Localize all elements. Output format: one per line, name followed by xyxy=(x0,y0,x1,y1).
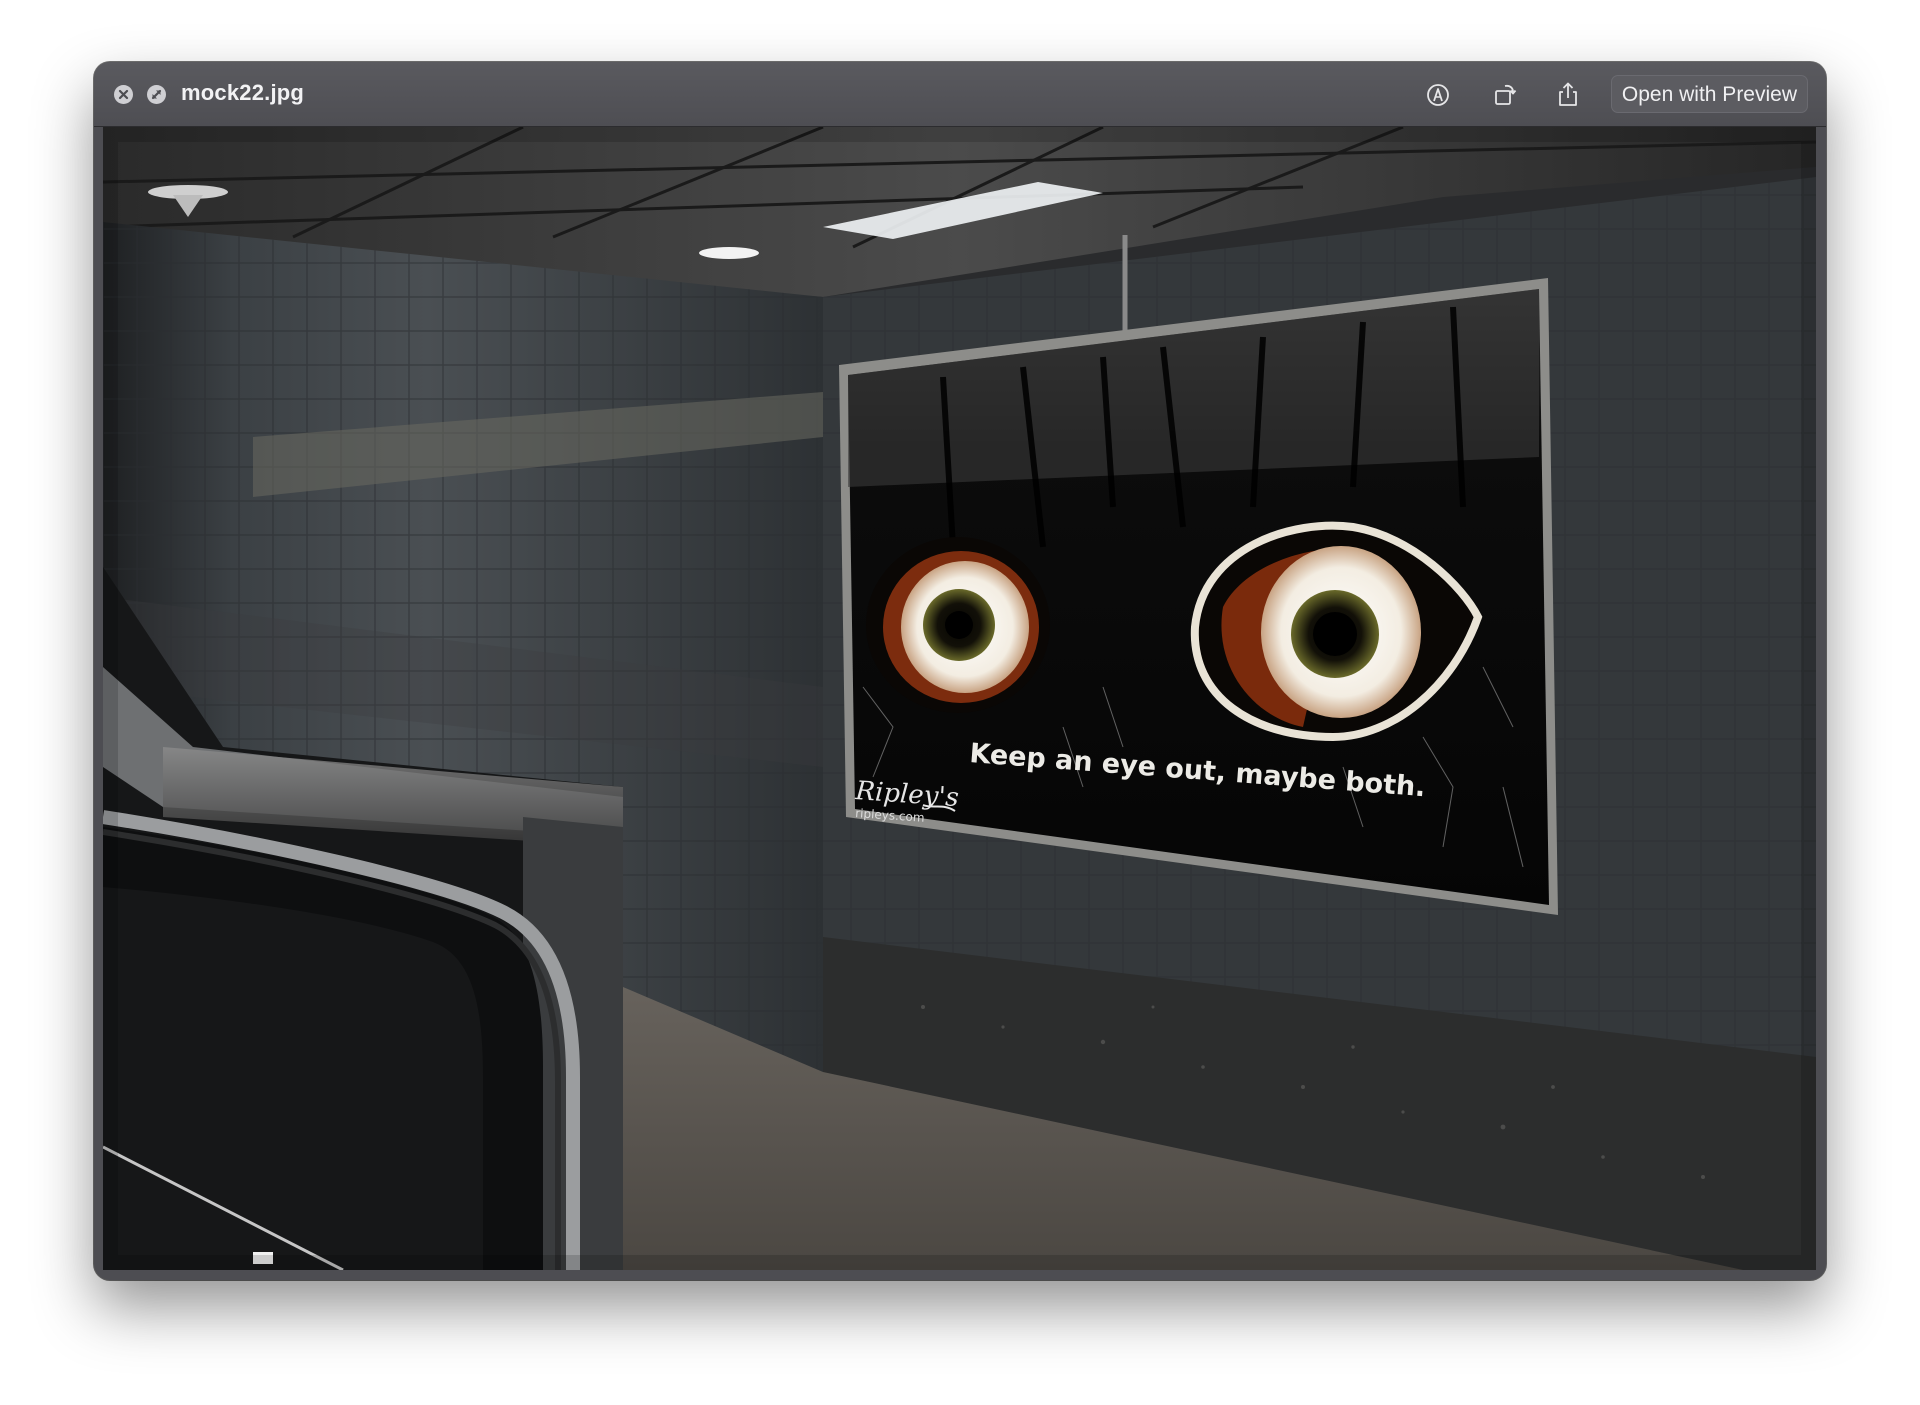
quicklook-window: mock22.jpg Open with Preview Keep an eye… xyxy=(94,62,1826,1280)
share-icon[interactable] xyxy=(1551,78,1585,112)
subway-billboard-photo: Keep an eye out, maybe both. Ripley's ri… xyxy=(103,127,1816,1270)
fullscreen-icon[interactable] xyxy=(147,85,166,104)
image-preview: Keep an eye out, maybe both. Ripley's ri… xyxy=(103,127,1816,1270)
title-bar: mock22.jpg Open with Preview xyxy=(94,62,1826,127)
window-title: mock22.jpg xyxy=(181,80,305,105)
rotate-icon[interactable] xyxy=(1487,78,1521,112)
billboard: Keep an eye out, maybe both. Ripley's ri… xyxy=(839,278,1558,915)
close-icon[interactable] xyxy=(114,85,133,104)
open-with-preview-button[interactable]: Open with Preview xyxy=(1610,75,1808,113)
markup-pen-icon[interactable] xyxy=(1421,78,1455,112)
